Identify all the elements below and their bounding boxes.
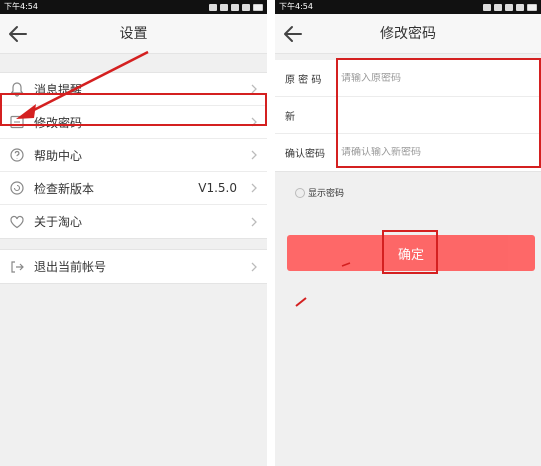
logout-button[interactable]: 退出当前帐号 [0,250,267,283]
alarm-icon [494,3,502,11]
change-password-screen: 下午4:54 修改密码 原 密 码 新 确认密码 显示密码 确定 [275,0,541,466]
headset-icon [209,3,217,11]
battery-icon [253,3,263,11]
status-bar: 下午4:54 [275,0,541,14]
wifi-icon [505,3,513,11]
settings-item-label: 检查新版本 [34,181,95,196]
settings-item-label: 消息提醒 [34,82,83,97]
old-password-label: 原 密 码 [285,74,322,86]
signal-icon [516,3,524,11]
old-password-row: 原 密 码 [275,60,541,97]
logout-group: 退出当前帐号 [0,249,267,284]
new-password-row: 新 [275,97,541,134]
settings-item-label: 关于淘心 [34,215,83,229]
settings-item-label: 修改密码 [34,115,83,130]
wifi-icon [231,3,239,11]
headset-icon [483,3,491,11]
old-password-input[interactable] [341,72,531,84]
settings-item-notifications[interactable]: 消息提醒 [0,73,267,106]
settings-item-help[interactable]: 帮助中心 [0,139,267,172]
title-bar: 修改密码 [275,14,541,54]
settings-item-label: 帮助中心 [34,148,83,163]
new-password-label: 新 [285,111,295,123]
exit-icon [8,258,26,276]
confirm-password-row: 确认密码 [275,134,541,171]
edit-icon [8,113,26,131]
status-icons [483,3,537,11]
alarm-icon [220,3,228,11]
settings-item-about[interactable]: 关于淘心 [0,205,267,238]
chevron-right-icon [251,183,257,193]
status-icons [209,3,263,11]
password-form: 原 密 码 新 确认密码 [275,60,541,172]
settings-item-change-password[interactable]: 修改密码 [0,106,267,139]
logout-label: 退出当前帐号 [34,260,107,274]
chevron-right-icon [251,217,257,226]
confirm-password-label: 确认密码 [285,149,325,160]
refresh-icon [8,179,26,197]
chevron-right-icon [251,262,257,271]
settings-list: 消息提醒 修改密码 帮助中心 检查新版本 V1.5.0 关于淘心 [0,72,267,239]
chevron-right-icon [251,84,257,94]
status-bar: 下午4:54 [0,0,267,14]
chevron-right-icon [251,150,257,160]
new-password-input[interactable] [341,109,531,121]
status-time: 下午4:54 [279,2,313,11]
confirm-password-input[interactable] [341,147,531,158]
signal-icon [242,3,250,11]
heart-icon [8,213,26,231]
page-title: 设置 [119,26,148,42]
bell-icon [8,80,26,98]
checkbox-icon [295,187,305,198]
battery-icon [527,3,537,11]
settings-item-check-update[interactable]: 检查新版本 V1.5.0 [0,172,267,205]
status-time: 下午4:54 [4,2,38,11]
confirm-button[interactable]: 确定 [287,235,535,271]
chevron-right-icon [251,117,257,127]
help-icon [8,146,26,164]
settings-screen: 下午4:54 设置 消息提醒 修改密码 帮助中心 检查新版本 V1.5.0 关于… [0,0,267,466]
show-password-label: 显示密码 [308,189,345,199]
version-value: V1.5.0 [198,181,237,195]
show-password-toggle[interactable]: 显示密码 [295,186,541,199]
page-title: 修改密码 [380,26,436,42]
title-bar: 设置 [0,14,267,54]
